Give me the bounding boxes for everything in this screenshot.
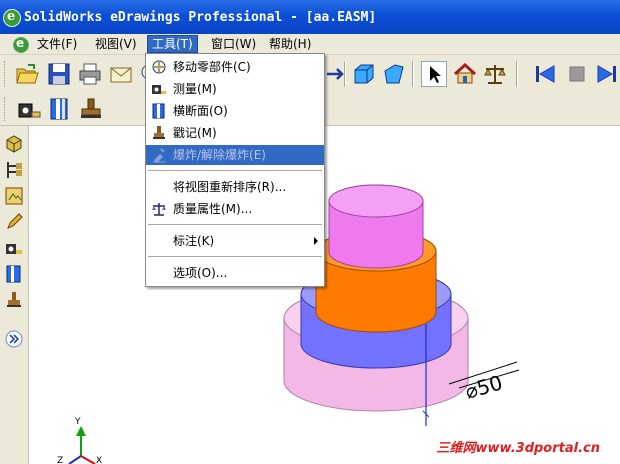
watermark: 三维网www.3dportal.cn xyxy=(436,441,600,456)
menu-separator xyxy=(148,256,322,257)
toolbar-separator xyxy=(344,61,346,87)
menu-tools[interactable]: 工具(T) xyxy=(147,35,198,53)
stamp-icon xyxy=(153,126,165,139)
section-icon xyxy=(152,103,165,119)
print-icon[interactable] xyxy=(77,61,103,87)
menu-item-options[interactable]: 选项(O)... xyxy=(146,263,324,283)
menu-item-reorder-views[interactable]: 将视图重新排序(R)... xyxy=(146,177,324,197)
measure-icon xyxy=(152,85,166,94)
document-icon[interactable]: e xyxy=(13,36,29,53)
measure-icon[interactable] xyxy=(4,238,24,258)
menu-item-move-component[interactable]: 移动零部件(C) xyxy=(146,57,324,77)
explode-icon xyxy=(153,148,165,163)
menu-help[interactable]: 帮助(H) xyxy=(265,36,315,52)
open-icon[interactable] xyxy=(14,61,40,87)
toolbar-separator xyxy=(516,61,518,87)
stop-icon[interactable] xyxy=(564,61,590,87)
app-icon[interactable]: e xyxy=(3,9,21,27)
stamp-icon[interactable] xyxy=(4,290,24,310)
markup-pencil-icon[interactable] xyxy=(4,212,24,232)
left-toolbar xyxy=(0,126,29,464)
toolbar-grip[interactable] xyxy=(4,61,8,87)
stamp-icon[interactable] xyxy=(78,96,104,122)
menu-item-section[interactable]: 横断面(O) xyxy=(146,101,324,121)
toolbar-grip[interactable] xyxy=(4,97,8,121)
tools-dropdown-menu: 移动零部件(C) 测量(M) 横断面(O) 戳记(M) 爆炸/解除爆炸(E) 将… xyxy=(145,53,325,287)
mass-properties-icon xyxy=(152,203,166,216)
section-icon[interactable] xyxy=(4,264,24,284)
select-cursor-icon[interactable] xyxy=(421,61,447,87)
triad-z-label: Z xyxy=(57,456,63,464)
send-mail-icon[interactable] xyxy=(108,61,134,87)
measure-tape-icon[interactable] xyxy=(16,96,42,122)
components-icon[interactable] xyxy=(4,134,24,154)
toolbar-separator xyxy=(412,61,414,87)
submenu-arrow-icon xyxy=(314,237,318,245)
menu-item-explode[interactable]: 爆炸/解除爆炸(E) xyxy=(146,145,324,165)
triad-x-label: X xyxy=(96,456,102,464)
perspective-icon[interactable] xyxy=(381,61,407,87)
configurations-icon[interactable] xyxy=(4,160,24,180)
title-bar: e SolidWorks eDrawings Professional - [a… xyxy=(0,0,620,34)
menu-item-stamp[interactable]: 戳记(M) xyxy=(146,123,324,143)
menu-item-mass-properties[interactable]: 质量属性(M)... xyxy=(146,199,324,219)
section-view-icon[interactable] xyxy=(47,96,73,122)
menu-file[interactable]: 文件(F) xyxy=(33,36,81,52)
menu-separator xyxy=(148,224,322,225)
menu-item-measure[interactable]: 测量(M) xyxy=(146,79,324,99)
mass-balance-icon[interactable] xyxy=(482,61,508,87)
menu-item-annotation[interactable]: 标注(K) xyxy=(146,231,324,251)
window-title: SolidWorks eDrawings Professional - [aa.… xyxy=(24,10,377,25)
sheets-icon[interactable] xyxy=(4,186,24,206)
shaded-view-icon[interactable] xyxy=(351,61,377,87)
menu-separator xyxy=(148,170,322,171)
expand-chevrons-icon[interactable] xyxy=(4,329,24,349)
menu-window[interactable]: 窗口(W) xyxy=(207,36,260,52)
first-frame-icon[interactable] xyxy=(532,61,558,87)
menu-view[interactable]: 视图(V) xyxy=(91,36,141,52)
triad-y-label: Y xyxy=(74,417,81,427)
home-icon[interactable] xyxy=(452,61,478,87)
play-icon[interactable] xyxy=(594,61,620,87)
save-icon[interactable] xyxy=(46,61,72,87)
move-component-icon xyxy=(152,60,166,74)
